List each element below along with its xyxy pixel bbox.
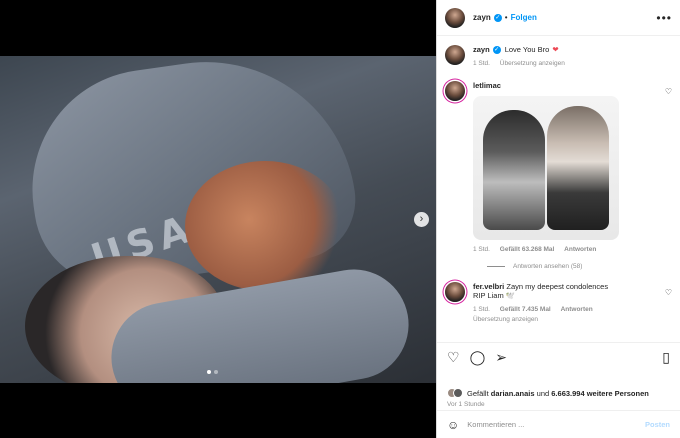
gif-person-left <box>483 110 545 230</box>
comment-reply-button[interactable]: Antworten <box>564 246 596 253</box>
photo-hair-shape <box>185 161 345 291</box>
caption-text: Love You Bro <box>504 45 550 54</box>
heart-icon[interactable]: ♡ <box>665 288 672 297</box>
likes-connector: und <box>536 388 550 398</box>
comment-likes[interactable]: Gefällt 63.268 Mal <box>500 246 555 253</box>
comment-reply-button[interactable]: Antworten <box>561 306 593 313</box>
comment-time: 1 Std. <box>473 246 490 253</box>
red-heart-emoji: ❤ <box>552 45 559 54</box>
post-header: zayn ✓ • Folgen ••• <box>437 0 680 36</box>
chevron-right-icon: › <box>419 213 424 225</box>
commenter-avatar[interactable] <box>445 282 465 302</box>
liker-avatar <box>453 388 463 398</box>
comment-input[interactable] <box>467 420 645 429</box>
comment-time: 1 Std. <box>473 306 490 313</box>
caption-username[interactable]: zayn <box>473 45 490 54</box>
view-replies-label: Antworten ansehen (58) <box>513 263 583 270</box>
next-image-button[interactable]: › <box>414 212 429 227</box>
comments-list: zayn ✓ Love You Bro ❤ 1 Std. Übersetzung… <box>437 37 680 343</box>
comment-item: letlimac 1 Std. Gefällt 63.268 Mal Antwo… <box>445 81 672 253</box>
comment-username[interactable]: letlimac <box>473 81 501 90</box>
likes-summary: Gefällt darian.anais und 6.663.994 weite… <box>437 388 680 398</box>
comment-icon[interactable]: ◯ <box>470 349 486 366</box>
emoji-icon[interactable]: ☺ <box>447 418 459 432</box>
heart-icon[interactable]: ♡ <box>447 349 460 366</box>
likes-user[interactable]: darian.anais <box>491 389 535 398</box>
comment-composer: ☺ Posten <box>437 410 680 438</box>
caption: zayn ✓ Love You Bro ❤ 1 Std. Übersetzung… <box>445 45 672 67</box>
comment-text-line2: RIP Liam 🕊️ <box>473 291 516 300</box>
divider-line <box>487 266 505 267</box>
caption-translate-link[interactable]: Übersetzung anzeigen <box>500 60 565 67</box>
comment-username[interactable]: fer.velbri <box>473 282 504 291</box>
post-time: Vor 1 Stunde <box>447 401 485 408</box>
carousel-dots <box>207 370 218 374</box>
likes-others[interactable]: 6.663.994 weitere Personen <box>551 389 649 398</box>
bookmark-icon[interactable]: ▯ <box>662 349 670 366</box>
follow-button[interactable]: Folgen <box>511 13 537 22</box>
author-username[interactable]: zayn <box>473 13 491 22</box>
commenter-avatar[interactable] <box>445 81 465 101</box>
post-media-panel: USA › <box>0 0 436 438</box>
action-bar: ♡ ◯ ➢ ▯ <box>437 342 680 382</box>
caption-avatar[interactable] <box>445 45 465 65</box>
comment-item: fer.velbri Zayn my deepest condolences R… <box>445 282 672 323</box>
verified-badge-icon: ✓ <box>492 45 501 54</box>
post-photo: USA <box>0 56 436 383</box>
share-icon[interactable]: ➢ <box>495 349 507 366</box>
comment-likes[interactable]: Gefällt 7.435 Mal <box>500 306 551 313</box>
more-horizontal-icon[interactable]: ••• <box>656 11 672 25</box>
likes-prefix: Gefällt <box>467 388 489 398</box>
carousel-dot <box>214 370 218 374</box>
comment-translate-link[interactable]: Übersetzung anzeigen <box>473 316 538 323</box>
verified-badge-icon: ✓ <box>493 13 502 22</box>
post-sidebar: zayn ✓ • Folgen ••• zayn ✓ Love You Bro … <box>436 0 680 438</box>
heart-icon[interactable]: ♡ <box>665 87 672 96</box>
separator-dot: • <box>504 13 508 22</box>
caption-time: 1 Std. <box>473 60 490 67</box>
gif-person-right <box>547 106 609 230</box>
author-avatar[interactable] <box>445 7 465 28</box>
view-replies-button[interactable]: Antworten ansehen (58) <box>487 263 672 270</box>
comment-text: Zayn my deepest condolences <box>506 282 609 291</box>
carousel-dot <box>207 370 211 374</box>
post-comment-button[interactable]: Posten <box>645 420 670 429</box>
comment-gif <box>473 96 619 240</box>
